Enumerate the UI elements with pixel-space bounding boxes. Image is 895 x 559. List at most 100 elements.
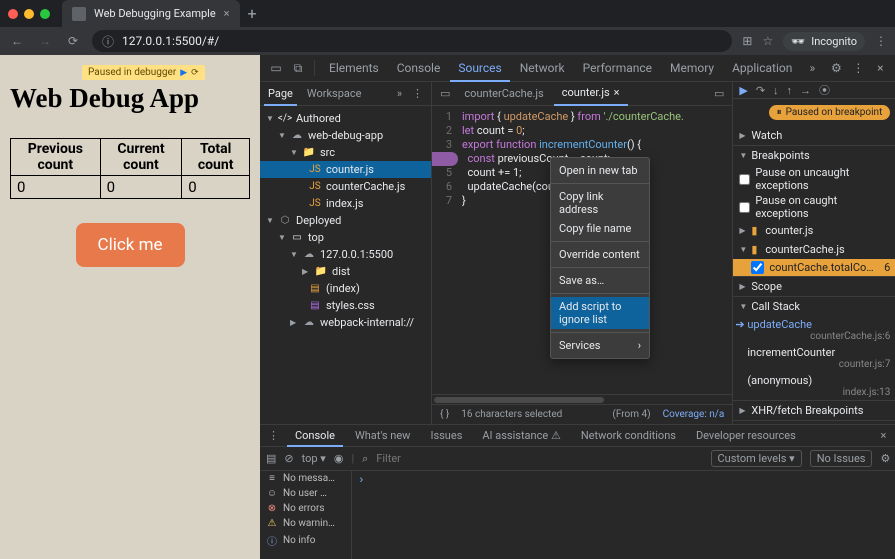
- step-over-button[interactable]: ↷: [756, 84, 765, 97]
- tab-elements[interactable]: Elements: [321, 55, 387, 82]
- tree-index-html[interactable]: ▤(index): [260, 280, 431, 297]
- drawer-tab-network[interactable]: Network conditions: [573, 425, 684, 447]
- bp-line-item[interactable]: countCache.totalCo…6: [733, 259, 895, 276]
- more-nav-icon[interactable]: »: [397, 87, 402, 100]
- log-levels-selector[interactable]: Custom levels ▾: [711, 450, 802, 467]
- extensions-icon[interactable]: ⊞: [742, 34, 752, 48]
- ctx-override[interactable]: Override content: [551, 245, 649, 264]
- tree-webpack[interactable]: ▶☁webpack-internal://: [260, 314, 431, 331]
- drawer-tab-console[interactable]: Console: [287, 425, 343, 447]
- deactivate-bp-button[interactable]: ⦿: [819, 82, 830, 98]
- pretty-print-icon[interactable]: { }: [440, 409, 449, 420]
- tree-authored[interactable]: ▼</>Authored: [260, 110, 431, 127]
- ctx-copy-filename[interactable]: Copy file name: [551, 219, 649, 238]
- minimize-window-icon[interactable]: [24, 9, 34, 19]
- ctx-ignore-list[interactable]: Add script to ignore list: [551, 297, 649, 329]
- nav-tab-workspace[interactable]: Workspace: [303, 82, 366, 106]
- editor-tab-counter[interactable]: counter.js×: [554, 82, 628, 106]
- tab-network[interactable]: Network: [512, 55, 573, 82]
- reload-button[interactable]: ⟳: [64, 32, 82, 50]
- click-me-button[interactable]: Click me: [76, 223, 185, 267]
- console-filter-input[interactable]: [376, 452, 516, 465]
- ctx-copy-link[interactable]: Copy link address: [551, 187, 649, 219]
- msg-warnings[interactable]: ⚠No warnin…: [260, 516, 351, 531]
- step-out-button[interactable]: ↑: [787, 84, 793, 97]
- nav-tab-page[interactable]: Page: [264, 82, 297, 106]
- device-toggle-icon[interactable]: ⧉: [288, 58, 308, 78]
- msg-user[interactable]: ☺No user …: [260, 486, 351, 501]
- site-info-icon[interactable]: ⓘ: [102, 33, 114, 50]
- step-icon[interactable]: ⟳: [191, 68, 199, 78]
- ctx-save-as[interactable]: Save as…: [551, 271, 649, 290]
- tree-src[interactable]: ▼📁src: [260, 144, 431, 161]
- resume-button[interactable]: ▶: [739, 84, 747, 97]
- tab-console[interactable]: Console: [389, 55, 449, 82]
- tree-styles[interactable]: ▤styles.css: [260, 297, 431, 314]
- close-devtools-icon[interactable]: ×: [870, 58, 890, 78]
- tab-memory[interactable]: Memory: [662, 55, 722, 82]
- console-input[interactable]: ›: [352, 471, 895, 559]
- drawer-tab-ai[interactable]: AI assistance ⚠: [474, 425, 568, 447]
- pane-watch[interactable]: ▶Watch: [733, 126, 895, 145]
- msg-all[interactable]: ≡No messa…: [260, 471, 351, 486]
- nav-menu-icon[interactable]: ⋮: [408, 87, 427, 100]
- close-tab-icon[interactable]: ×: [224, 7, 230, 20]
- tab-sources[interactable]: Sources: [450, 55, 509, 82]
- chk-caught[interactable]: Pause on caught exceptions: [733, 193, 895, 221]
- bp-file-countercache[interactable]: ▼▮counterCache.js: [733, 240, 895, 259]
- clear-console-icon[interactable]: ⊘: [284, 452, 293, 465]
- tree-file-index[interactable]: JSindex.js: [260, 195, 431, 212]
- inspect-icon[interactable]: ▭: [266, 58, 286, 78]
- close-drawer-icon[interactable]: ×: [874, 429, 892, 442]
- pane-scope[interactable]: ▶Scope: [733, 277, 895, 296]
- tree-file-counter[interactable]: JScounter.js: [260, 161, 431, 178]
- resume-icon[interactable]: ▶: [180, 68, 187, 78]
- maximize-window-icon[interactable]: [40, 9, 50, 19]
- msg-errors[interactable]: ⊗No errors: [260, 501, 351, 516]
- tab-application[interactable]: Application: [724, 55, 800, 82]
- pane-callstack[interactable]: ▼Call Stack: [733, 297, 895, 316]
- no-issues-badge[interactable]: No Issues: [810, 450, 873, 467]
- console-sidebar-toggle-icon[interactable]: ▤: [266, 452, 276, 465]
- context-selector[interactable]: top ▾: [302, 452, 326, 465]
- watch-toggle-icon[interactable]: ▭: [436, 87, 454, 100]
- chk-uncaught[interactable]: Pause on uncaught exceptions: [733, 165, 895, 193]
- ctx-services[interactable]: Services›: [551, 336, 649, 355]
- url-input[interactable]: ⓘ 127.0.0.1:5500/#/: [92, 30, 732, 52]
- close-window-icon[interactable]: [8, 9, 18, 19]
- stack-frame-2[interactable]: (anonymous)index.js:13: [733, 372, 895, 400]
- tab-performance[interactable]: Performance: [575, 55, 660, 82]
- horizontal-scrollbar[interactable]: [432, 394, 732, 404]
- drawer-tab-issues[interactable]: Issues: [422, 425, 470, 447]
- back-button[interactable]: ←: [8, 32, 26, 50]
- forward-button[interactable]: →: [36, 32, 54, 50]
- close-editor-tab-icon[interactable]: ×: [614, 81, 620, 105]
- bookmark-icon[interactable]: ☆: [762, 34, 773, 48]
- pane-breakpoints[interactable]: ▼Breakpoints: [733, 146, 895, 165]
- editor-more-icon[interactable]: ▭: [710, 87, 728, 100]
- step-button[interactable]: →: [800, 84, 811, 97]
- live-expr-icon[interactable]: ◉: [334, 452, 344, 465]
- more-tabs-icon[interactable]: »: [802, 58, 822, 78]
- msg-info[interactable]: ⓘNo info: [260, 531, 351, 550]
- tree-app[interactable]: ▼☁web-debug-app: [260, 127, 431, 144]
- console-settings-icon[interactable]: ⚙: [880, 452, 890, 465]
- tree-top[interactable]: ▼▭top: [260, 229, 431, 246]
- stack-frame-1[interactable]: incrementCountercounter.js:7: [733, 344, 895, 372]
- stack-frame-0[interactable]: updateCachecounterCache.js:6: [733, 316, 895, 344]
- menu-icon[interactable]: ⋮: [875, 34, 887, 48]
- step-into-button[interactable]: ↓: [773, 84, 779, 97]
- incognito-badge[interactable]: 🕶 Incognito: [783, 32, 865, 51]
- line-gutter[interactable]: 1234567: [432, 106, 458, 394]
- drawer-tab-devres[interactable]: Developer resources: [688, 425, 804, 447]
- drawer-menu-icon[interactable]: ⋮: [264, 429, 283, 442]
- bp-file-counter[interactable]: ▶▮counter.js: [733, 221, 895, 240]
- editor-tab-countercache[interactable]: counterCache.js: [456, 82, 551, 106]
- ctx-open-new-tab[interactable]: Open in new tab: [551, 161, 649, 180]
- tree-file-countercache[interactable]: JScounterCache.js: [260, 178, 431, 195]
- tree-host[interactable]: ▼☁127.0.0.1:5500: [260, 246, 431, 263]
- drawer-tab-whatsnew[interactable]: What's new: [347, 425, 418, 447]
- dock-menu-icon[interactable]: ⋮: [848, 58, 868, 78]
- tree-deployed[interactable]: ▼⬡Deployed: [260, 212, 431, 229]
- tree-dist[interactable]: ▶📁dist: [260, 263, 431, 280]
